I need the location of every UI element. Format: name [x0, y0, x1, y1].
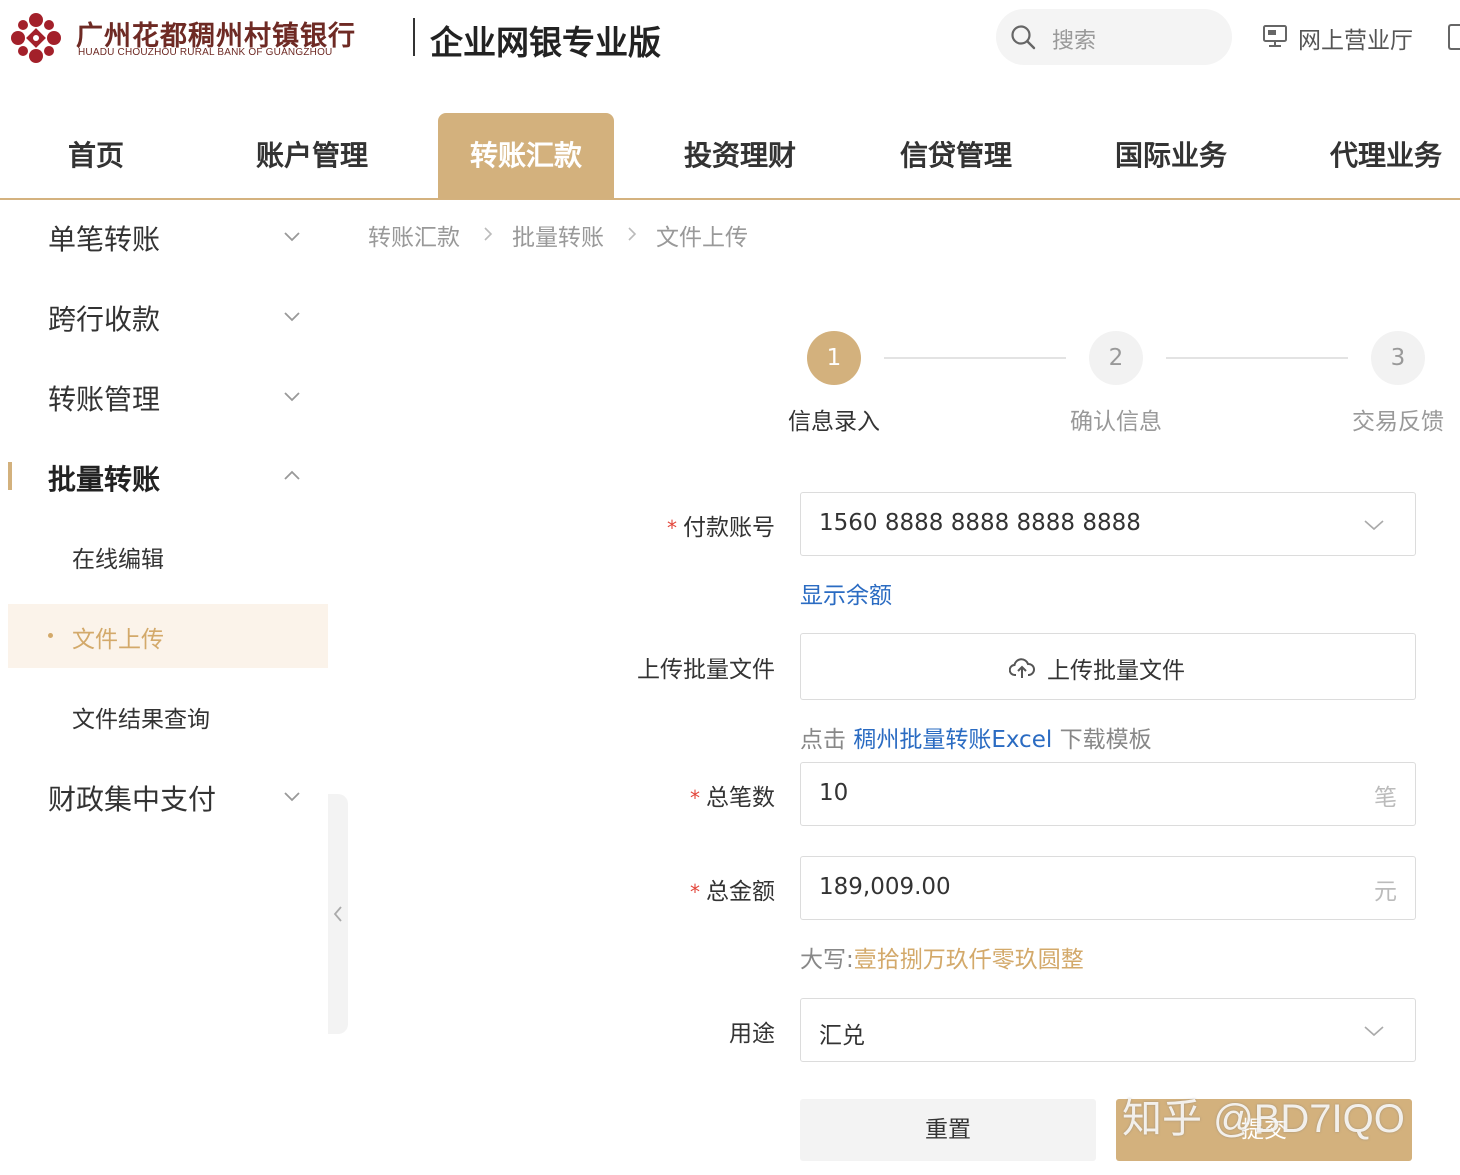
chevron-down-icon — [284, 792, 300, 802]
payer-account-select[interactable]: 1560 8888 8888 8888 8888 — [800, 492, 1416, 556]
bank-name-en: HUADU CHOUZHOU RURAL BANK OF GUANGZHOU — [78, 47, 333, 58]
logout-icon[interactable] — [1448, 24, 1460, 50]
nav-international[interactable]: 国际业务 — [1105, 113, 1237, 199]
purpose-value: 汇兑 — [819, 1023, 865, 1049]
sidebar-subitem-online-edit[interactable]: 在线编辑 — [8, 524, 328, 588]
step-2-label: 确认信息 — [1070, 409, 1162, 435]
sidebar-item-fiscal-payment[interactable]: 财政集中支付 — [8, 760, 328, 840]
chevron-down-icon — [1364, 1026, 1384, 1037]
chevron-down-icon — [284, 392, 300, 402]
step-1-label: 信息录入 — [788, 409, 880, 435]
total-count-unit: 笔 — [1374, 785, 1397, 811]
chevron-left-icon — [333, 906, 342, 922]
nav-account-management[interactable]: 账户管理 — [246, 113, 378, 199]
download-template-link[interactable]: 稠州批量转账Excel — [853, 727, 1052, 753]
sidebar-item-single-transfer[interactable]: 单笔转账 — [8, 200, 328, 280]
chevron-down-icon — [284, 312, 300, 322]
step-1-indicator: 1 — [807, 331, 861, 385]
show-balance-link[interactable]: 显示余额 — [800, 576, 892, 610]
online-hall-label: 网上营业厅 — [1298, 28, 1413, 54]
sidebar-subitem-label: 在线编辑 — [72, 547, 164, 573]
amount-in-words-value: 壹拾捌万玖仟零玖圆整 — [853, 947, 1084, 973]
sidebar-subitem-label: 文件上传 — [72, 627, 164, 653]
sidebar-item-label: 转账管理 — [48, 383, 161, 416]
chevron-right-icon — [628, 227, 637, 241]
total-amount-value: 189,009.00 — [819, 874, 951, 900]
main-nav: 首页 账户管理 转账汇款 投资理财 信贷管理 国际业务 代理业务 — [0, 113, 1460, 200]
amount-in-words: 大写:壹拾捌万玖仟零玖圆整 — [800, 947, 1084, 973]
step-3-label: 交易反馈 — [1352, 409, 1444, 435]
nav-agency[interactable]: 代理业务 — [1320, 113, 1452, 199]
purpose-label: 用途 — [729, 1021, 775, 1047]
nav-credit[interactable]: 信贷管理 — [890, 113, 1022, 199]
chevron-up-icon — [284, 470, 300, 480]
step-2-indicator: 2 — [1089, 331, 1143, 385]
header-divider — [413, 18, 415, 56]
breadcrumb-item-current: 文件上传 — [656, 225, 748, 251]
required-mark: * — [690, 786, 700, 810]
template-hint: 点击 稠州批量转账Excel 下载模板 — [800, 727, 1152, 753]
sidebar-subitem-label: 文件结果查询 — [72, 707, 210, 733]
bank-logo-icon — [11, 13, 61, 63]
required-mark: * — [690, 880, 700, 904]
sidebar-item-batch-transfer[interactable]: 批量转账 — [8, 440, 328, 520]
sidebar-item-transfer-management[interactable]: 转账管理 — [8, 360, 328, 440]
required-mark: * — [667, 516, 677, 540]
total-amount-input[interactable]: 189,009.00 元 — [800, 856, 1416, 920]
nav-transfer[interactable]: 转账汇款 — [438, 113, 614, 199]
chevron-right-icon — [484, 227, 493, 241]
cloud-upload-icon — [1009, 658, 1035, 678]
sidebar-item-label: 单笔转账 — [48, 223, 161, 256]
step-connector — [1166, 357, 1348, 359]
search-icon — [1011, 25, 1036, 50]
sidebar: 单笔转账 跨行收款 转账管理 批量转账 在线编辑 文件上传 文件结果查询 财政集… — [8, 200, 328, 1175]
step-connector — [884, 357, 1066, 359]
sidebar-item-interbank-collection[interactable]: 跨行收款 — [8, 280, 328, 360]
breadcrumb-item[interactable]: 批量转账 — [512, 218, 604, 252]
nav-investment[interactable]: 投资理财 — [674, 113, 806, 199]
purpose-select[interactable]: 汇兑 — [800, 998, 1416, 1062]
sidebar-item-label: 批量转账 — [48, 463, 161, 496]
reset-button[interactable]: 重置 — [800, 1099, 1096, 1161]
active-dot — [48, 633, 53, 638]
chevron-down-icon — [1364, 520, 1384, 531]
search-placeholder: 搜索 — [1052, 29, 1097, 54]
sidebar-collapse-handle[interactable] — [328, 794, 348, 1034]
watermark: 知乎 @BD7IQO — [1122, 1097, 1405, 1141]
sidebar-subitem-file-result-query[interactable]: 文件结果查询 — [8, 684, 328, 748]
sidebar-subitem-file-upload[interactable]: 文件上传 — [8, 604, 328, 668]
top-header: 广州花都稠州村镇银行 HUADU CHOUZHOU RURAL BANK OF … — [0, 0, 1460, 80]
step-3-indicator: 3 — [1371, 331, 1425, 385]
total-amount-unit: 元 — [1374, 879, 1397, 905]
total-count-label: * 总笔数 — [690, 785, 775, 811]
nav-home[interactable]: 首页 — [30, 113, 162, 199]
payer-account-value: 1560 8888 8888 8888 8888 — [819, 510, 1141, 536]
chevron-down-icon — [284, 232, 300, 242]
sidebar-item-label: 财政集中支付 — [48, 783, 217, 816]
upload-button-label: 上传批量文件 — [1047, 658, 1185, 684]
monitor-icon — [1263, 25, 1287, 47]
upload-file-button[interactable]: 上传批量文件 — [800, 633, 1416, 700]
sidebar-item-label: 跨行收款 — [48, 303, 161, 336]
payer-account-label: * 付款账号 — [667, 515, 775, 541]
total-count-input[interactable]: 10 笔 — [800, 762, 1416, 826]
total-amount-label: * 总金额 — [690, 879, 775, 905]
upload-file-label: 上传批量文件 — [637, 657, 775, 683]
product-title: 企业网银专业版 — [430, 23, 661, 62]
breadcrumb-item[interactable]: 转账汇款 — [368, 218, 460, 252]
search-box[interactable]: 搜索 — [996, 9, 1232, 65]
total-count-value: 10 — [819, 780, 849, 806]
